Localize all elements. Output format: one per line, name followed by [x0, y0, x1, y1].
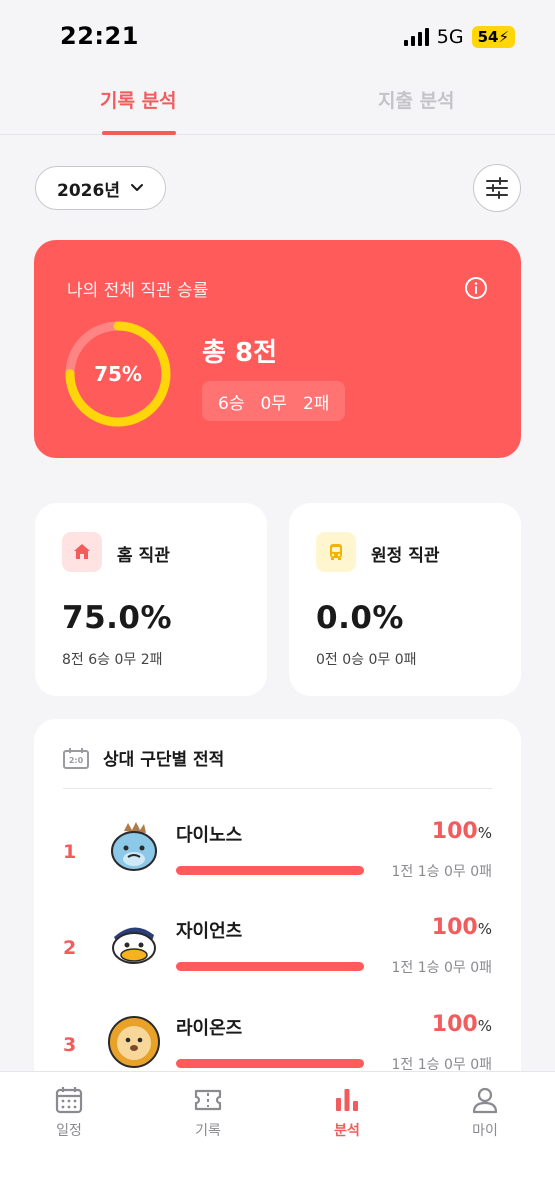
nav-label: 마이 — [472, 1123, 498, 1139]
opponent-record: 1전 1승 0무 0패 — [391, 960, 493, 976]
battery-level: 54 — [477, 28, 499, 46]
year-select[interactable]: 2026년 — [35, 166, 166, 210]
away-record: 0전 0승 0무 0패 — [316, 652, 417, 668]
away-games-card[interactable]: 원정 직관 0.0% 0전 0승 0무 0패 — [289, 503, 521, 696]
opponent-record: 1전 1승 0무 0패 — [391, 864, 493, 880]
opponent-records-title: 상대 구단별 전적 — [103, 750, 225, 770]
status-time: 22:21 — [60, 22, 139, 50]
opponent-rank: 2 — [63, 937, 77, 959]
house-icon — [62, 532, 102, 572]
home-win-rate: 75.0% — [62, 600, 173, 636]
sliders-icon — [486, 177, 508, 199]
nav-label: 기록 — [195, 1123, 221, 1139]
opponent-rank: 1 — [63, 841, 77, 863]
opponent-name: 다이노스 — [176, 825, 243, 846]
draws-count: 0무 — [260, 393, 287, 414]
network-label: 5G — [436, 26, 464, 48]
active-tab-indicator — [102, 131, 176, 135]
total-games: 총 8전 — [202, 338, 277, 368]
analysis-tabs: 기록 분석 지출 분석 — [0, 72, 555, 135]
ticket-icon — [194, 1089, 222, 1111]
nav-record[interactable]: 기록 — [168, 1086, 248, 1140]
opponent-win-bar-fill — [176, 866, 364, 875]
opponent-name: 자이언츠 — [176, 921, 243, 942]
bar-chart-icon — [336, 1089, 358, 1111]
nav-label: 일정 — [56, 1123, 82, 1139]
info-icon[interactable] — [464, 276, 488, 300]
record-breakdown: 6승 0무 2패 — [202, 381, 346, 421]
person-icon — [472, 1087, 498, 1114]
nav-schedule[interactable]: 일정 — [29, 1086, 109, 1140]
opponent-records-header: 2:0 상대 구단별 전적 — [63, 745, 224, 770]
status-indicators: 5G 54⚡ — [403, 26, 515, 48]
filter-button[interactable] — [473, 164, 521, 212]
nav-label: 분석 — [334, 1123, 360, 1139]
scoreboard-icon: 2:0 — [63, 747, 89, 769]
lion-mascot-icon — [108, 1016, 160, 1068]
opponent-win-rate-value: 100 — [431, 915, 478, 940]
tab-record-analysis[interactable]: 기록 분석 — [100, 86, 177, 113]
dinosaur-mascot-icon — [111, 822, 157, 871]
opponent-win-rate: 100% — [432, 915, 492, 940]
divider — [63, 788, 492, 789]
seagull-mascot-icon — [112, 927, 156, 964]
opponent-win-bar — [176, 962, 364, 971]
away-win-rate: 0.0% — [316, 600, 404, 636]
opponent-win-rate-value: 100 — [431, 819, 478, 844]
losses-count: 2패 — [302, 393, 330, 414]
nav-analysis[interactable]: 분석 — [307, 1086, 387, 1140]
chevron-down-icon — [130, 184, 143, 191]
home-games-label: 홈 직관 — [117, 546, 170, 566]
win-rate-percent: 75% — [94, 362, 142, 386]
opponent-win-bar — [176, 1059, 364, 1068]
home-games-card[interactable]: 홈 직관 75.0% 8전 6승 0무 2패 — [35, 503, 267, 696]
opponent-win-bar-fill — [176, 1059, 364, 1068]
opponent-row[interactable]: 2 자이언츠 100% 1전 1승 0무 0패 — [34, 915, 521, 1011]
opponent-rank: 3 — [63, 1034, 77, 1056]
bottom-navigation: 일정 기록 분석 마이 — [0, 1071, 555, 1200]
opponent-win-rate: 100% — [432, 1012, 492, 1037]
home-record: 8전 6승 0무 2패 — [62, 652, 163, 668]
signal-icon — [403, 28, 429, 46]
percent-unit: % — [477, 1017, 492, 1035]
opponent-name: 라이온즈 — [176, 1018, 243, 1039]
away-games-label: 원정 직관 — [371, 546, 440, 566]
svg-text:2:0: 2:0 — [69, 756, 84, 765]
calendar-icon — [55, 1087, 83, 1114]
tab-spending-analysis[interactable]: 지출 분석 — [378, 86, 455, 113]
opponent-win-bar — [176, 866, 364, 875]
opponent-win-rate: 100% — [432, 819, 492, 844]
percent-unit: % — [477, 824, 492, 842]
nav-my[interactable]: 마이 — [445, 1086, 525, 1140]
summary-title: 나의 전체 직관 승률 — [67, 281, 209, 301]
year-select-value: 2026년 — [57, 180, 120, 201]
wins-count: 6승 — [218, 393, 245, 414]
bus-icon — [316, 532, 356, 572]
overall-win-rate-card: 나의 전체 직관 승률 75% 총 8전 6승 0무 2패 — [34, 240, 521, 458]
opponent-win-bar-fill — [176, 962, 364, 971]
analysis-screen: 22:21 5G 54⚡ 기록 분석 지출 분석 2026년 나의 전체 직관 … — [0, 0, 555, 1200]
status-bar: 22:21 5G 54⚡ — [0, 0, 555, 72]
battery-icon: 54⚡ — [471, 26, 515, 48]
percent-unit: % — [477, 920, 492, 938]
opponent-row[interactable]: 1 다이노스 100% 1전 1승 0무 0패 — [34, 819, 521, 915]
opponent-win-rate-value: 100 — [431, 1012, 478, 1037]
